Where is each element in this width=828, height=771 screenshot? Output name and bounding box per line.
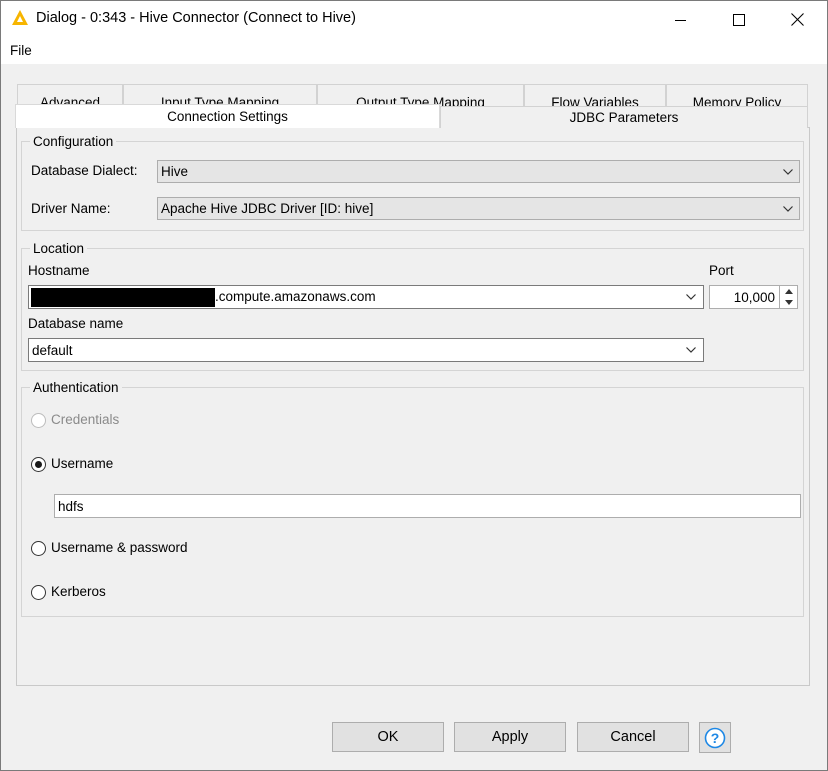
credentials-radio[interactable] bbox=[31, 413, 46, 428]
username-input[interactable]: hdfs bbox=[54, 494, 801, 518]
tab-flow-variables[interactable]: Flow Variables bbox=[524, 84, 666, 106]
username-password-radio[interactable] bbox=[31, 541, 46, 556]
maximize-icon bbox=[733, 13, 745, 26]
kerberos-label: Kerberos bbox=[51, 584, 106, 599]
hostname-combo[interactable]: .compute.amazonaws.com bbox=[28, 285, 704, 309]
username-radio[interactable] bbox=[31, 457, 46, 472]
database-name-value: default bbox=[32, 342, 73, 358]
tab-input-type-mapping[interactable]: Input Type Mapping bbox=[123, 84, 317, 106]
chevron-down-icon bbox=[783, 168, 793, 175]
tab-memory-policy[interactable]: Memory Policy bbox=[666, 84, 808, 106]
hostname-label: Hostname bbox=[28, 263, 90, 278]
apply-button[interactable]: Apply bbox=[454, 722, 566, 752]
knime-triangle-icon bbox=[12, 10, 28, 25]
spin-up-icon bbox=[784, 289, 793, 294]
credentials-label: Credentials bbox=[51, 412, 120, 427]
database-dialect-label: Database Dialect: bbox=[31, 163, 138, 178]
chevron-down-icon bbox=[686, 294, 696, 300]
database-name-label: Database name bbox=[28, 316, 124, 331]
tab-label: Connection Settings bbox=[167, 108, 288, 124]
port-spinner[interactable]: 10,000 bbox=[709, 285, 798, 309]
location-legend: Location bbox=[33, 241, 85, 256]
username-password-label: Username & password bbox=[51, 540, 188, 555]
port-spin-buttons[interactable] bbox=[779, 286, 797, 308]
database-dialect-value: Hive bbox=[161, 164, 189, 179]
database-name-combo[interactable]: default bbox=[28, 338, 704, 362]
close-icon bbox=[790, 13, 804, 26]
authentication-legend: Authentication bbox=[33, 380, 119, 395]
tab-advanced[interactable]: Advanced bbox=[17, 84, 123, 106]
tab-output-type-mapping[interactable]: Output Type Mapping bbox=[317, 84, 524, 106]
configuration-legend: Configuration bbox=[33, 134, 114, 149]
radio-selected-dot bbox=[35, 461, 42, 468]
minimize-button[interactable] bbox=[652, 1, 710, 38]
menu-bar bbox=[1, 38, 827, 64]
chevron-down-icon bbox=[783, 205, 793, 212]
driver-name-value: Apache Hive JDBC Driver [ID: hive] bbox=[161, 201, 374, 216]
tab-label: Flow Variables bbox=[551, 95, 639, 106]
close-button[interactable] bbox=[768, 1, 826, 38]
tab-connection-settings[interactable]: Connection Settings bbox=[15, 104, 440, 128]
tab-jdbc-parameters[interactable]: JDBC Parameters bbox=[440, 106, 808, 128]
username-value: hdfs bbox=[58, 498, 84, 514]
hostname-suffix: .compute.amazonaws.com bbox=[215, 288, 376, 304]
port-label: Port bbox=[709, 263, 734, 278]
tab-label: JDBC Parameters bbox=[569, 109, 679, 125]
cancel-button[interactable]: Cancel bbox=[577, 722, 689, 752]
svg-text:?: ? bbox=[711, 730, 720, 746]
tab-label: Memory Policy bbox=[692, 95, 782, 106]
database-dialect-select[interactable]: Hive bbox=[157, 160, 800, 183]
help-button[interactable]: ? bbox=[699, 722, 731, 753]
chevron-down-icon bbox=[686, 347, 696, 353]
redacted-hostname bbox=[31, 287, 215, 307]
minimize-icon bbox=[675, 19, 686, 21]
spin-down-icon bbox=[784, 300, 793, 305]
window-title: Dialog - 0:343 - Hive Connector (Connect… bbox=[36, 10, 356, 26]
menu-file[interactable]: File bbox=[10, 43, 32, 58]
driver-name-select[interactable]: Apache Hive JDBC Driver [ID: hive] bbox=[157, 197, 800, 220]
kerberos-radio[interactable] bbox=[31, 585, 46, 600]
driver-name-label: Driver Name: bbox=[31, 201, 111, 216]
ok-button[interactable]: OK bbox=[332, 722, 444, 752]
maximize-button[interactable] bbox=[710, 1, 768, 38]
help-icon: ? bbox=[704, 727, 726, 748]
username-label: Username bbox=[51, 456, 114, 471]
